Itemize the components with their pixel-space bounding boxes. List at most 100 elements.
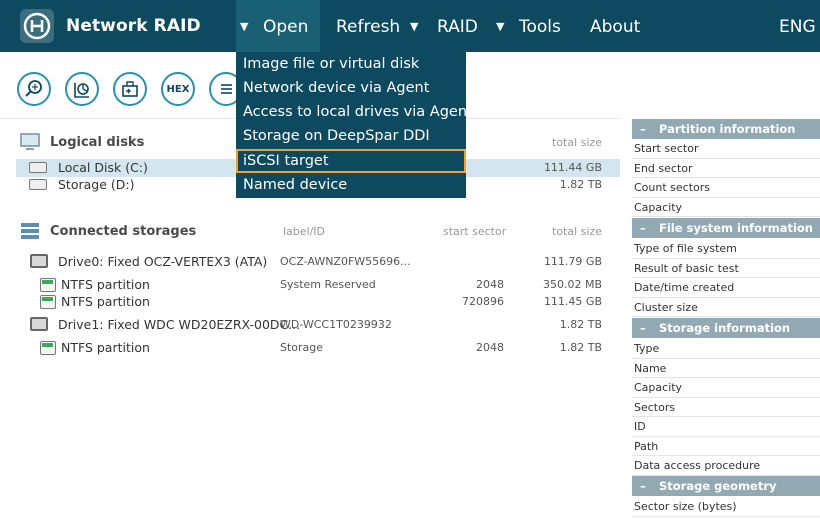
menu-raid[interactable]: ▼ RAID (410, 0, 496, 52)
caret-down-icon: ▼ (410, 20, 419, 33)
physical-drive-icon (30, 317, 48, 331)
info-row: Type of file system (632, 239, 820, 259)
hard-disk-icon (29, 179, 47, 190)
menu-tools[interactable]: ▼ Tools (496, 0, 576, 52)
section-title: Partition information (659, 122, 796, 136)
info-row: Name (632, 359, 820, 378)
info-row: Sector size (bytes) (632, 497, 820, 517)
drive-size: 1.82 TB (559, 318, 602, 331)
col-total-size: total size (552, 136, 602, 149)
open-iscsi-target-item[interactable]: iSCSI target (236, 149, 466, 173)
partition-icon (40, 278, 56, 292)
partition-size: 350.02 MB (542, 278, 602, 291)
open-dropdown-menu: Image file or virtual disk Network devic… (236, 52, 473, 198)
partition-icon (40, 295, 56, 309)
partition-icon (40, 341, 56, 355)
info-row: ID (632, 417, 820, 437)
menu-open[interactable]: ▼ Open (236, 0, 320, 52)
partition-name: NTFS partition (61, 277, 150, 292)
partition-size: 1.82 TB (559, 341, 602, 354)
info-row: Path (632, 437, 820, 456)
collapse-icon: – (640, 122, 646, 136)
info-row: Cluster size (632, 298, 820, 317)
section-title: Storage information (659, 321, 791, 335)
menu-tools-label: Tools (519, 17, 561, 37)
info-row: Type (632, 339, 820, 359)
network-raid-logo-icon (20, 9, 54, 43)
open-deepspar-item[interactable]: Storage on DeepSpar DDI (236, 124, 466, 148)
col-start-sector: start sector (443, 225, 507, 238)
drive-label: OCZ-AWNZ0FW55696... (280, 255, 411, 268)
list-icon (221, 84, 232, 94)
partition-start-sector: 2048 (476, 341, 504, 354)
file-system-info-header[interactable]: – File system information (632, 218, 820, 238)
partition-row[interactable]: NTFS partition System Reserved 2048 350.… (16, 276, 620, 294)
partition-name: NTFS partition (61, 340, 150, 355)
hex-viewer-button[interactable]: HEX (161, 72, 195, 106)
collapse-icon: – (640, 321, 646, 335)
open-network-device-item[interactable]: Network device via Agent (236, 76, 466, 100)
info-row: End sector (632, 159, 820, 178)
info-row: Start sector (632, 139, 820, 159)
col-label-id: label/ID (283, 225, 326, 238)
open-named-device-item[interactable]: Named device (236, 173, 466, 197)
disk-name: Storage (D:) (58, 177, 135, 192)
drive-row[interactable]: Drive1: Fixed WDC WD20EZRX-00DC... WD-WC… (16, 316, 620, 334)
file-export-icon (122, 81, 138, 97)
info-row: Capacity (632, 378, 820, 398)
partition-label: System Reserved (280, 278, 376, 291)
col-total-size: total size (552, 225, 602, 238)
section-title: Storage geometry (659, 479, 777, 493)
collapse-icon: – (640, 479, 646, 493)
search-icon (25, 80, 42, 97)
menu-refresh[interactable]: Refresh (336, 0, 400, 52)
storage-info-header[interactable]: – Storage information (632, 318, 820, 338)
monitor-icon (20, 133, 40, 150)
menu-raid-label: RAID (437, 17, 478, 37)
info-panel: – Partition information Start sector End… (632, 119, 820, 520)
partition-start-sector: 720896 (462, 295, 504, 308)
app-title: Network RAID (66, 16, 201, 36)
disk-size: 111.44 GB (543, 161, 602, 174)
top-menu-bar: Network RAID ▼ Open Refresh ▼ RAID ▼ Too… (0, 0, 820, 52)
server-stack-icon (21, 223, 39, 239)
language-selector[interactable]: ENG (779, 0, 816, 52)
export-button[interactable] (113, 72, 147, 106)
menu-about[interactable]: About (590, 0, 640, 52)
partition-row[interactable]: NTFS partition 720896 111.45 GB (16, 293, 620, 311)
search-button[interactable] (17, 72, 51, 106)
info-row: Date/time created (632, 278, 820, 298)
drive-label: WD-WCC1T0239932 (280, 318, 392, 331)
physical-drive-icon (30, 254, 48, 268)
partition-size: 111.45 GB (543, 295, 602, 308)
info-row: Result of basic test (632, 259, 820, 278)
storage-geometry-header[interactable]: – Storage geometry (632, 476, 820, 496)
info-row: Data access procedure (632, 456, 820, 476)
drive-row[interactable]: Drive0: Fixed OCZ-VERTEX3 (ATA) OCZ-AWNZ… (16, 253, 620, 271)
caret-down-icon: ▼ (496, 20, 505, 33)
logical-disks-header: Logical disks (20, 131, 144, 153)
section-title: File system information (659, 221, 813, 235)
drive-name: Drive1: Fixed WDC WD20EZRX-00DC... (58, 317, 301, 332)
app-logo[interactable]: Network RAID (18, 6, 201, 46)
collapse-icon: – (640, 221, 646, 235)
open-local-drives-item[interactable]: Access to local drives via Agent (236, 100, 473, 124)
app-window: Network RAID ▼ Open Refresh ▼ RAID ▼ Too… (0, 0, 820, 520)
info-row: Count sectors (632, 178, 820, 198)
hex-icon: HEX (166, 83, 190, 95)
pie-chart-icon (74, 83, 89, 98)
hard-disk-icon (29, 162, 47, 173)
caret-down-icon: ▼ (240, 20, 249, 33)
partition-start-sector: 2048 (476, 278, 504, 291)
statistics-button[interactable] (65, 72, 99, 106)
open-image-file-item[interactable]: Image file or virtual disk (236, 52, 466, 76)
disk-size: 1.82 TB (559, 178, 602, 191)
partition-row[interactable]: NTFS partition Storage 2048 1.82 TB (16, 339, 620, 357)
info-row: Capacity (632, 198, 820, 217)
connected-storages-title: Connected storages (50, 223, 197, 239)
drive-name: Drive0: Fixed OCZ-VERTEX3 (ATA) (58, 254, 268, 269)
partition-info-header[interactable]: – Partition information (632, 119, 820, 139)
connected-storages-header: Connected storages (20, 220, 196, 242)
drive-size: 111.79 GB (543, 255, 602, 268)
info-row: Sectors (632, 398, 820, 417)
